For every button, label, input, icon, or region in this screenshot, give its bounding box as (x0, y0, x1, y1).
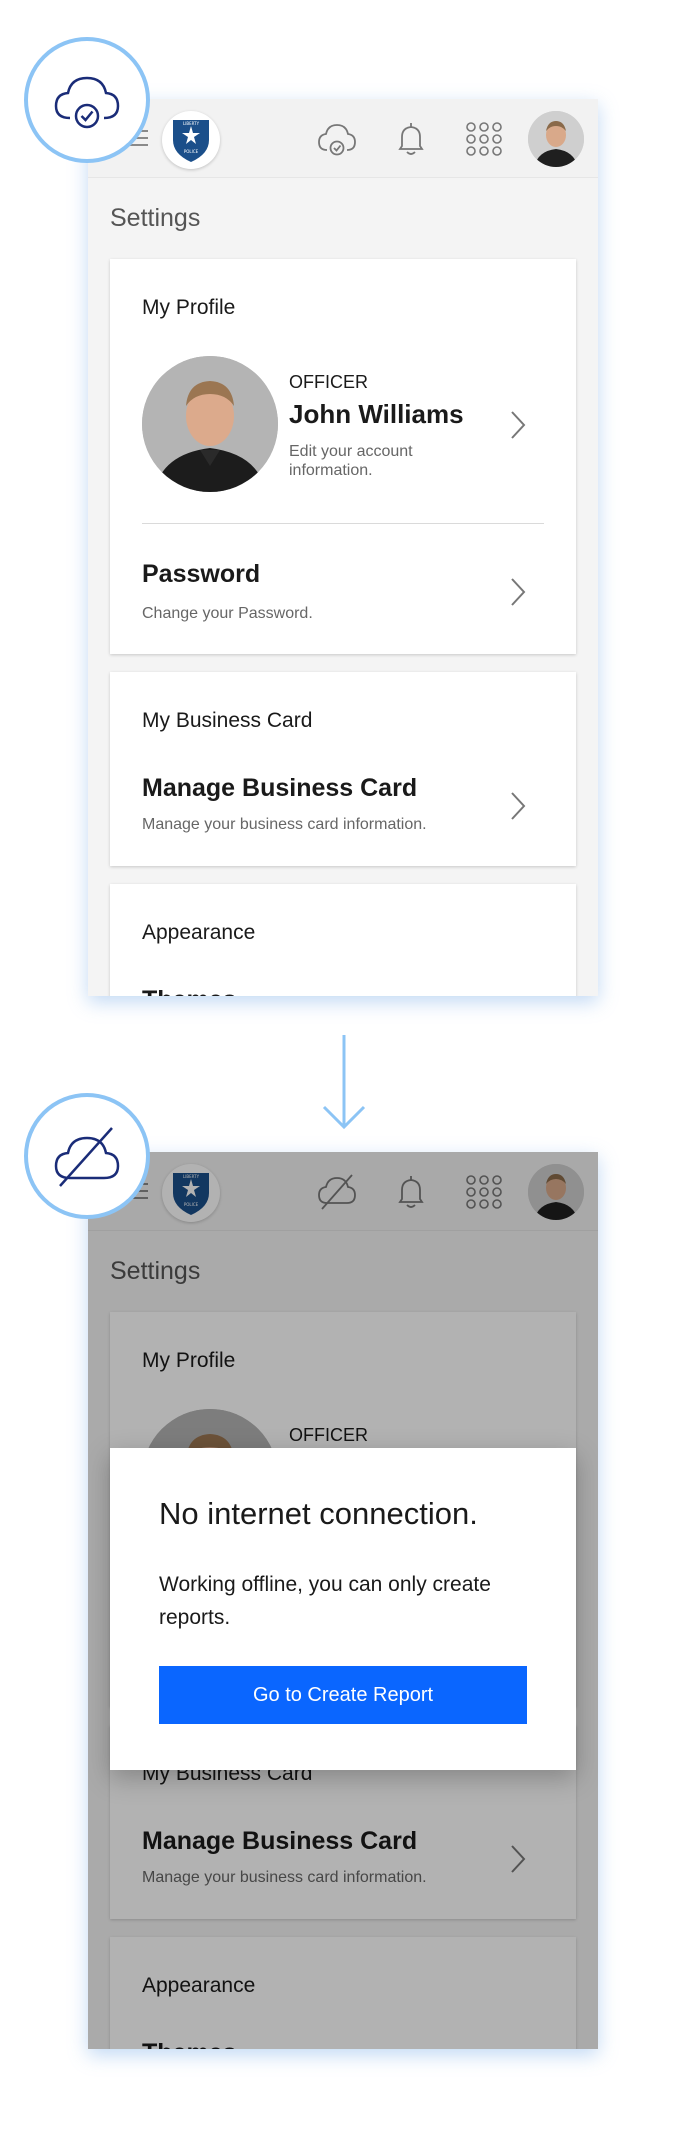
cloud-off-icon (54, 1127, 120, 1187)
settings-screen-offline: LIBERTY POLICE Settings My Profile OFFIC… (88, 1152, 598, 2049)
edit-account-description: Edit your account information. (289, 443, 413, 479)
chevron-right-icon[interactable] (508, 409, 528, 441)
officer-rank: OFFICER (289, 372, 368, 392)
section-title-my-business-card: My Business Card (142, 709, 313, 732)
manage-business-card-description: Manage your business card information. (142, 816, 427, 833)
themes-title[interactable]: Themes (142, 986, 236, 996)
my-profile-card: My Profile OFFICER John Williams Edit yo… (110, 259, 576, 654)
section-title-my-profile: My Profile (142, 296, 236, 319)
no-connection-dialog: No internet connection. Working offline,… (110, 1448, 576, 1770)
dialog-message: Working offline, you can only create rep… (159, 1573, 491, 1629)
arrow-down-icon (322, 1035, 366, 1136)
chevron-right-icon[interactable] (508, 576, 528, 608)
online-status-badge (24, 37, 150, 163)
user-avatar[interactable] (528, 111, 584, 167)
cloud-check-icon[interactable] (316, 119, 358, 159)
divider (142, 523, 544, 524)
settings-screen-online: LIBERTY POLICE Settings My Profile OFFIC… (88, 99, 598, 996)
cloud-check-icon (54, 76, 120, 129)
top-bar: LIBERTY POLICE (88, 99, 598, 178)
section-title-appearance: Appearance (142, 921, 256, 944)
manage-business-card-title[interactable]: Manage Business Card (142, 774, 417, 803)
my-business-card-card: My Business Card Manage Business Card Ma… (110, 672, 576, 866)
page-title: Settings (110, 204, 201, 232)
logo-text-top: LIBERTY (183, 121, 200, 126)
officer-name: John Williams (289, 399, 464, 429)
chevron-right-icon[interactable] (508, 790, 528, 822)
profile-photo[interactable] (142, 356, 278, 492)
offline-status-badge (24, 1093, 150, 1219)
dialog-title: No internet connection. (159, 1496, 478, 1531)
logo-text-bottom: POLICE (184, 149, 199, 154)
bell-icon[interactable] (390, 119, 432, 159)
appearance-card: Appearance Themes (110, 884, 576, 996)
password-title[interactable]: Password (142, 560, 260, 589)
go-to-create-report-button[interactable]: Go to Create Report (159, 1666, 527, 1724)
police-badge-logo[interactable]: LIBERTY POLICE (162, 111, 220, 169)
grid-apps-icon[interactable] (463, 119, 505, 159)
password-description: Change your Password. (142, 605, 313, 622)
